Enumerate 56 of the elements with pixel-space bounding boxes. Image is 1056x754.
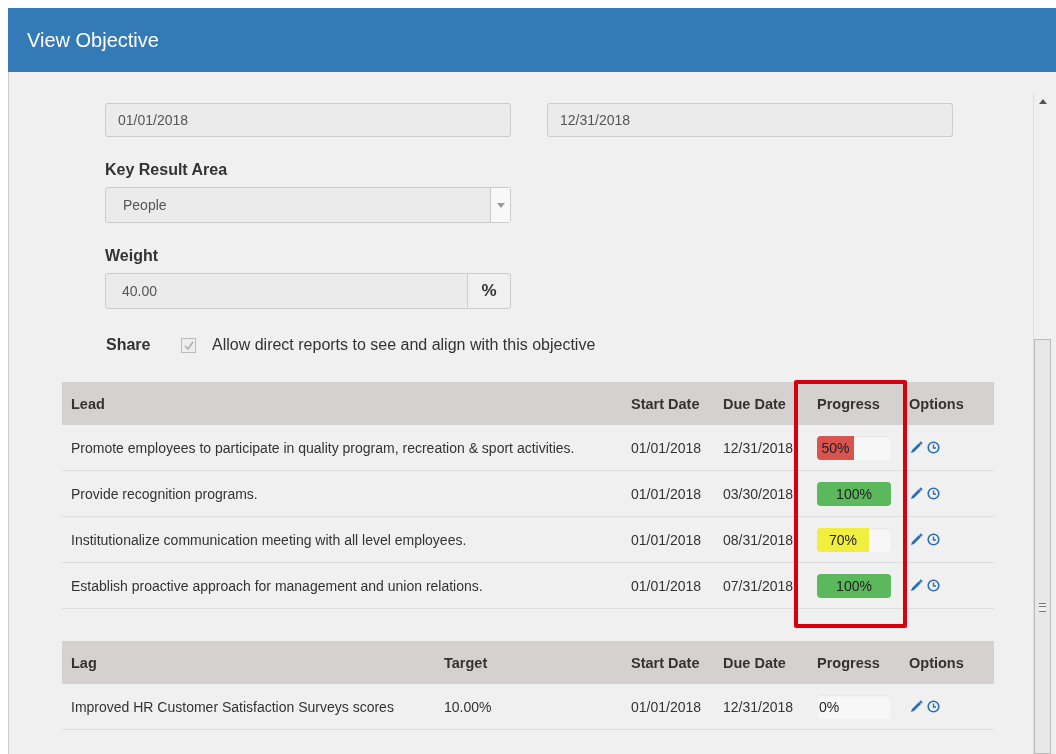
key-result-area-dropdown[interactable]: People	[105, 187, 511, 223]
clock-icon[interactable]	[927, 441, 940, 454]
pencil-icon[interactable]	[909, 440, 923, 455]
scroll-thumb[interactable]	[1034, 339, 1051, 754]
column-header: Lead	[70, 395, 106, 412]
progress-text: 50%	[820, 438, 851, 458]
pencil-icon[interactable]	[909, 699, 923, 714]
table-cell-text: Improved HR Customer Satisfaction Surveys scores	[70, 697, 395, 717]
grip-icon	[1039, 603, 1046, 612]
share-label: Share	[106, 336, 152, 354]
caret-icon[interactable]	[496, 202, 505, 208]
table-cell-text: 10.00%	[443, 697, 493, 717]
table-cell-text: Institutionalize communication meeting with all level employees.	[70, 530, 468, 550]
pencil-icon[interactable]	[909, 578, 923, 593]
pencil-icon[interactable]	[909, 486, 923, 501]
column-header: Start Date	[630, 395, 701, 412]
column-header: Progress	[816, 654, 881, 671]
column-header: Options	[908, 654, 965, 671]
field-label: Key Result Area	[105, 161, 229, 179]
start-date-field[interactable]: 01/01/2018	[105, 103, 511, 137]
column-header: Options	[908, 395, 965, 412]
weight-field[interactable]: 40.00	[105, 273, 468, 309]
clock-icon[interactable]	[927, 487, 940, 500]
clock-icon[interactable]	[927, 579, 940, 592]
column-header: Start Date	[630, 654, 701, 671]
table-cell-text: 12/31/2018	[722, 438, 795, 458]
table-cell-text: 01/01/2018	[630, 530, 703, 550]
table-cell-text: 01/01/2018	[630, 438, 703, 458]
scroll-up-icon[interactable]	[1038, 99, 1047, 104]
table-cell-text: 07/31/2018	[722, 576, 795, 596]
unit-addon: %	[468, 273, 511, 309]
table-cell-text: 12/31/2018	[722, 697, 795, 717]
progress-text: 70%	[827, 530, 858, 550]
table-cell-text: 01/01/2018	[630, 484, 703, 504]
table-cell-text: 01/01/2018	[630, 697, 703, 717]
table-cell-text: 01/01/2018	[630, 576, 703, 596]
window-title: View Objective	[27, 28, 159, 52]
pencil-icon[interactable]	[909, 532, 923, 547]
scrollbar[interactable]	[1033, 94, 1051, 754]
clock-icon[interactable]	[927, 533, 940, 546]
clock-icon[interactable]	[927, 700, 940, 713]
progress-text: 100%	[835, 484, 873, 504]
column-header: Target	[443, 654, 489, 671]
field-label: Weight	[105, 247, 160, 265]
progress-text: 100%	[835, 576, 873, 596]
table-cell-text: 08/31/2018	[722, 530, 795, 550]
table-cell-text: Promote employees to participate in quality program, recreation & sport activities.	[70, 438, 576, 458]
column-header: Due Date	[722, 654, 787, 671]
table-cell-text: Establish proactive approach for management and union relations.	[70, 576, 484, 596]
end-date-field[interactable]: 12/31/2018	[547, 103, 953, 137]
share-text: Allow direct reports to see and align with this objective	[212, 336, 596, 354]
column-header: Due Date	[722, 395, 787, 412]
column-header: Progress	[807, 395, 900, 412]
table-cell-text: Provide recognition programs.	[70, 484, 259, 504]
table-cell-text: 03/30/2018	[722, 484, 795, 504]
column-header: Lag	[70, 654, 98, 671]
